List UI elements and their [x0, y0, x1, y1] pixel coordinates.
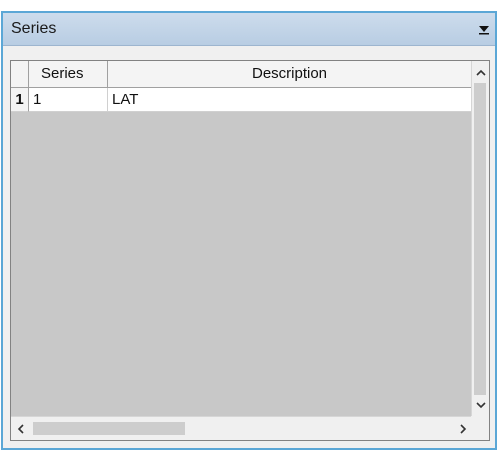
scroll-right-icon[interactable] — [454, 417, 472, 440]
panel-title: Series — [11, 20, 57, 37]
header-corner[interactable] — [11, 61, 29, 88]
description-cell[interactable]: LAT — [108, 88, 472, 112]
column-header-description[interactable]: Description — [108, 61, 472, 88]
table-row[interactable]: 1 1 LAT — [11, 88, 472, 112]
series-cell[interactable]: 1 — [29, 88, 108, 112]
scroll-down-icon[interactable] — [472, 396, 489, 414]
series-grid[interactable]: Series Description 1 1 LAT — [10, 60, 490, 441]
series-panel: Series Series Description 1 1 LAT — [1, 11, 497, 450]
panel-header: Series — [3, 13, 495, 46]
scroll-left-icon[interactable] — [11, 417, 29, 440]
vertical-scroll-thumb[interactable] — [474, 83, 486, 395]
column-header-series[interactable]: Series — [29, 61, 108, 88]
dropdown-arrow-icon[interactable] — [477, 22, 491, 38]
horizontal-scroll-thumb[interactable] — [33, 422, 185, 435]
row-number[interactable]: 1 — [11, 88, 29, 112]
scrollbar-corner — [471, 416, 489, 440]
horizontal-scrollbar[interactable] — [11, 416, 472, 440]
scroll-up-icon[interactable] — [472, 63, 489, 81]
vertical-scrollbar[interactable] — [471, 61, 489, 416]
